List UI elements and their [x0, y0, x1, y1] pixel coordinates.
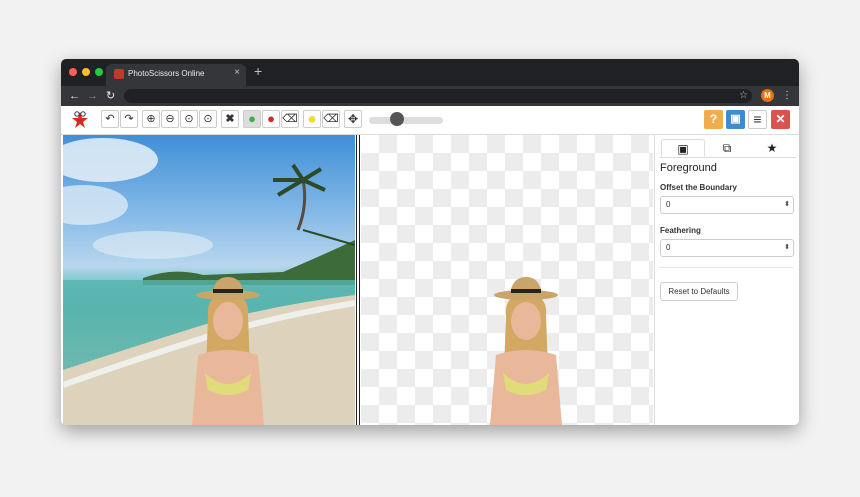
marker-size-slider-handle[interactable]: [390, 112, 404, 126]
maximize-window-dot[interactable]: [95, 68, 103, 76]
reload-button[interactable]: ↻: [106, 88, 115, 104]
menu-button[interactable]: ≡: [748, 110, 767, 129]
panel-divider: [659, 267, 793, 268]
hair-eraser-button[interactable]: ⌫: [322, 110, 340, 128]
feathering-label: Feathering: [660, 226, 701, 235]
move-tool-button[interactable]: ✥: [344, 110, 362, 128]
close-window-dot[interactable]: [69, 68, 77, 76]
tab-title: PhotoScissors Online: [128, 69, 205, 78]
minimize-window-dot[interactable]: [82, 68, 90, 76]
marker-size-slider[interactable]: [369, 117, 443, 124]
woman-figure-original: [192, 277, 264, 425]
settings-panel: ▣ ⧉ ★ Foreground Offset the Boundary 0 ⬍…: [654, 135, 799, 425]
clear-markers-button[interactable]: ✖: [221, 110, 239, 128]
woman-figure-result: [490, 277, 562, 425]
tab-bar: PhotoScissors Online × +: [61, 59, 799, 86]
feathering-input[interactable]: 0 ⬍: [660, 239, 794, 257]
new-tab-button[interactable]: +: [254, 64, 262, 78]
spinner-icon[interactable]: ⬍: [784, 240, 790, 256]
offset-boundary-value: 0: [666, 200, 671, 209]
favicon-icon: [114, 69, 124, 79]
split-divider[interactable]: [356, 135, 360, 425]
result-image[interactable]: [361, 135, 653, 425]
spinner-icon[interactable]: ⬍: [784, 197, 790, 213]
original-image[interactable]: [63, 135, 355, 425]
offset-boundary-label: Offset the Boundary: [660, 183, 737, 192]
undo-button[interactable]: ↶: [101, 110, 119, 128]
zoom-actual-size-button[interactable]: ⊙: [180, 110, 198, 128]
app-toolbar: ↶ ↷ ⊕ ⊖ ⊙ ⊙ ✖ ● ● ⌫ ● ⌫ ✥ ? ▣ ≡ ✕: [61, 106, 799, 135]
address-bar: ← → ↻ ☆ M ⋮: [61, 86, 799, 106]
panel-title: Foreground: [660, 162, 717, 174]
foreground-tab[interactable]: ▣: [661, 139, 705, 157]
zoom-out-button[interactable]: ⊖: [161, 110, 179, 128]
background-tab[interactable]: ⧉: [705, 139, 749, 157]
browser-menu-icon[interactable]: ⋮: [782, 88, 792, 104]
photoscissors-logo-icon: [72, 111, 88, 128]
tab-divider: [659, 157, 796, 158]
save-button[interactable]: ▣: [726, 110, 745, 129]
close-app-button[interactable]: ✕: [771, 110, 790, 129]
reset-defaults-button[interactable]: Reset to Defaults: [660, 282, 738, 301]
feathering-value: 0: [666, 243, 671, 252]
image-canvas: [63, 135, 653, 425]
bookmark-star-icon[interactable]: ☆: [739, 88, 748, 104]
url-input[interactable]: [124, 89, 752, 103]
profile-avatar[interactable]: M: [761, 89, 774, 102]
eraser-button[interactable]: ⌫: [281, 110, 299, 128]
browser-tab[interactable]: PhotoScissors Online ×: [106, 64, 246, 86]
keep-marker-button[interactable]: ●: [243, 110, 261, 128]
zoom-fit-button[interactable]: ⊙: [199, 110, 217, 128]
forward-button[interactable]: →: [87, 88, 98, 104]
tab-close-icon[interactable]: ×: [234, 67, 240, 78]
redo-button[interactable]: ↷: [120, 110, 138, 128]
hair-marker-button[interactable]: ●: [303, 110, 321, 128]
offset-boundary-input[interactable]: 0 ⬍: [660, 196, 794, 214]
zoom-in-button[interactable]: ⊕: [142, 110, 160, 128]
star-tab[interactable]: ★: [750, 139, 794, 157]
remove-marker-button[interactable]: ●: [262, 110, 280, 128]
browser-window: PhotoScissors Online × + ← → ↻ ☆ M ⋮ ↶ ↷…: [61, 59, 799, 425]
back-button[interactable]: ←: [69, 88, 80, 104]
help-button[interactable]: ?: [704, 110, 723, 129]
